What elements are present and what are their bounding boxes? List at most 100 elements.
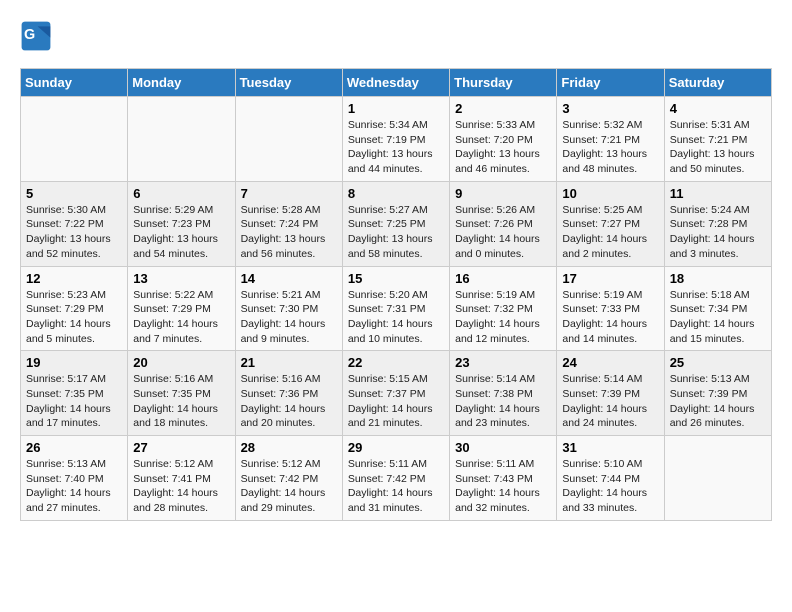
calendar-header-row: SundayMondayTuesdayWednesdayThursdayFrid…	[21, 69, 772, 97]
calendar-cell: 7Sunrise: 5:28 AMSunset: 7:24 PMDaylight…	[235, 181, 342, 266]
day-info: Sunrise: 5:25 AMSunset: 7:27 PMDaylight:…	[562, 203, 658, 262]
day-number: 8	[348, 186, 444, 201]
day-info: Sunrise: 5:30 AMSunset: 7:22 PMDaylight:…	[26, 203, 122, 262]
day-info: Sunrise: 5:14 AMSunset: 7:38 PMDaylight:…	[455, 372, 551, 431]
calendar-cell: 2 Sunrise: 5:33 AMSunset: 7:20 PMDaylight…	[450, 97, 557, 182]
day-info: Sunrise: 5:19 AMSunset: 7:32 PMDaylight:…	[455, 288, 551, 347]
day-number: 4	[670, 101, 766, 116]
day-info: Sunrise: 5:34 AMSunset: 7:19 PMDaylight:…	[348, 118, 444, 177]
day-info: Sunrise: 5:16 AMSunset: 7:36 PMDaylight:…	[241, 372, 337, 431]
calendar-cell: 10 Sunrise: 5:25 AMSunset: 7:27 PMDayligh…	[557, 181, 664, 266]
calendar-cell: 30 Sunrise: 5:11 AMSunset: 7:43 PMDayligh…	[450, 436, 557, 521]
day-info: Sunrise: 5:16 AMSunset: 7:35 PMDaylight:…	[133, 372, 229, 431]
day-number: 14	[241, 271, 337, 286]
day-info: Sunrise: 5:28 AMSunset: 7:24 PMDaylight:…	[241, 203, 337, 262]
weekday-header: Thursday	[450, 69, 557, 97]
day-info: Sunrise: 5:29 AMSunset: 7:23 PMDaylight:…	[133, 203, 229, 262]
calendar-cell: 1 Sunrise: 5:34 AMSunset: 7:19 PMDaylight…	[342, 97, 449, 182]
calendar-cell: 29 Sunrise: 5:11 AMSunset: 7:42 PMDayligh…	[342, 436, 449, 521]
calendar-cell: 5 Sunrise: 5:30 AMSunset: 7:22 PMDaylight…	[21, 181, 128, 266]
calendar-table: SundayMondayTuesdayWednesdayThursdayFrid…	[20, 68, 772, 521]
day-info: Sunrise: 5:23 AMSunset: 7:29 PMDaylight:…	[26, 288, 122, 347]
day-number: 15	[348, 271, 444, 286]
day-number: 17	[562, 271, 658, 286]
day-info: Sunrise: 5:15 AMSunset: 7:37 PMDaylight:…	[348, 372, 444, 431]
day-number: 9	[455, 186, 551, 201]
weekday-header: Monday	[128, 69, 235, 97]
day-info: Sunrise: 5:19 AMSunset: 7:33 PMDaylight:…	[562, 288, 658, 347]
day-number: 27	[133, 440, 229, 455]
day-info: Sunrise: 5:18 AMSunset: 7:34 PMDaylight:…	[670, 288, 766, 347]
calendar-week-row: 5 Sunrise: 5:30 AMSunset: 7:22 PMDaylight…	[21, 181, 772, 266]
day-number: 1	[348, 101, 444, 116]
day-info: Sunrise: 5:14 AMSunset: 7:39 PMDaylight:…	[562, 372, 658, 431]
calendar-cell: 13 Sunrise: 5:22 AMSunset: 7:29 PMDayligh…	[128, 266, 235, 351]
calendar-week-row: 1 Sunrise: 5:34 AMSunset: 7:19 PMDaylight…	[21, 97, 772, 182]
day-info: Sunrise: 5:24 AMSunset: 7:28 PMDaylight:…	[670, 203, 766, 262]
calendar-cell: 14 Sunrise: 5:21 AMSunset: 7:30 PMDayligh…	[235, 266, 342, 351]
calendar-cell: 8Sunrise: 5:27 AMSunset: 7:25 PMDaylight…	[342, 181, 449, 266]
day-number: 10	[562, 186, 658, 201]
weekday-header: Saturday	[664, 69, 771, 97]
day-info: Sunrise: 5:22 AMSunset: 7:29 PMDaylight:…	[133, 288, 229, 347]
day-info: Sunrise: 5:17 AMSunset: 7:35 PMDaylight:…	[26, 372, 122, 431]
calendar-cell: 31Sunrise: 5:10 AMSunset: 7:44 PMDayligh…	[557, 436, 664, 521]
calendar-cell: 21 Sunrise: 5:16 AMSunset: 7:36 PMDayligh…	[235, 351, 342, 436]
calendar-week-row: 26 Sunrise: 5:13 AMSunset: 7:40 PMDayligh…	[21, 436, 772, 521]
day-number: 12	[26, 271, 122, 286]
day-info: Sunrise: 5:12 AMSunset: 7:42 PMDaylight:…	[241, 457, 337, 516]
calendar-cell: 20 Sunrise: 5:16 AMSunset: 7:35 PMDayligh…	[128, 351, 235, 436]
day-number: 28	[241, 440, 337, 455]
day-number: 5	[26, 186, 122, 201]
day-info: Sunrise: 5:31 AMSunset: 7:21 PMDaylight:…	[670, 118, 766, 177]
calendar-week-row: 12 Sunrise: 5:23 AMSunset: 7:29 PMDayligh…	[21, 266, 772, 351]
weekday-header: Friday	[557, 69, 664, 97]
svg-text:G: G	[24, 27, 35, 43]
calendar-cell: 16 Sunrise: 5:19 AMSunset: 7:32 PMDayligh…	[450, 266, 557, 351]
calendar-cell	[235, 97, 342, 182]
day-number: 2	[455, 101, 551, 116]
day-number: 18	[670, 271, 766, 286]
day-info: Sunrise: 5:12 AMSunset: 7:41 PMDaylight:…	[133, 457, 229, 516]
calendar-cell	[128, 97, 235, 182]
day-info: Sunrise: 5:11 AMSunset: 7:42 PMDaylight:…	[348, 457, 444, 516]
day-number: 26	[26, 440, 122, 455]
day-info: Sunrise: 5:13 AMSunset: 7:39 PMDaylight:…	[670, 372, 766, 431]
day-number: 13	[133, 271, 229, 286]
calendar-week-row: 19Sunrise: 5:17 AMSunset: 7:35 PMDayligh…	[21, 351, 772, 436]
day-info: Sunrise: 5:26 AMSunset: 7:26 PMDaylight:…	[455, 203, 551, 262]
calendar-cell: 11 Sunrise: 5:24 AMSunset: 7:28 PMDayligh…	[664, 181, 771, 266]
calendar-cell: 15 Sunrise: 5:20 AMSunset: 7:31 PMDayligh…	[342, 266, 449, 351]
day-info: Sunrise: 5:13 AMSunset: 7:40 PMDaylight:…	[26, 457, 122, 516]
day-info: Sunrise: 5:11 AMSunset: 7:43 PMDaylight:…	[455, 457, 551, 516]
calendar-cell	[664, 436, 771, 521]
calendar-cell: 3Sunrise: 5:32 AMSunset: 7:21 PMDaylight…	[557, 97, 664, 182]
calendar-cell: 6Sunrise: 5:29 AMSunset: 7:23 PMDaylight…	[128, 181, 235, 266]
day-number: 16	[455, 271, 551, 286]
day-number: 31	[562, 440, 658, 455]
calendar-cell: 24Sunrise: 5:14 AMSunset: 7:39 PMDayligh…	[557, 351, 664, 436]
weekday-header: Tuesday	[235, 69, 342, 97]
day-number: 11	[670, 186, 766, 201]
day-info: Sunrise: 5:33 AMSunset: 7:20 PMDaylight:…	[455, 118, 551, 177]
day-number: 20	[133, 355, 229, 370]
calendar-cell: 26 Sunrise: 5:13 AMSunset: 7:40 PMDayligh…	[21, 436, 128, 521]
day-info: Sunrise: 5:21 AMSunset: 7:30 PMDaylight:…	[241, 288, 337, 347]
calendar-cell: 4 Sunrise: 5:31 AMSunset: 7:21 PMDaylight…	[664, 97, 771, 182]
calendar-cell: 22Sunrise: 5:15 AMSunset: 7:37 PMDayligh…	[342, 351, 449, 436]
logo-icon: G	[20, 20, 52, 52]
calendar-cell: 17 Sunrise: 5:19 AMSunset: 7:33 PMDayligh…	[557, 266, 664, 351]
day-number: 3	[562, 101, 658, 116]
day-info: Sunrise: 5:20 AMSunset: 7:31 PMDaylight:…	[348, 288, 444, 347]
calendar-cell: 23 Sunrise: 5:14 AMSunset: 7:38 PMDayligh…	[450, 351, 557, 436]
day-number: 21	[241, 355, 337, 370]
calendar-cell	[21, 97, 128, 182]
calendar-cell: 28 Sunrise: 5:12 AMSunset: 7:42 PMDayligh…	[235, 436, 342, 521]
calendar-cell: 9 Sunrise: 5:26 AMSunset: 7:26 PMDaylight…	[450, 181, 557, 266]
day-number: 30	[455, 440, 551, 455]
calendar-cell: 27 Sunrise: 5:12 AMSunset: 7:41 PMDayligh…	[128, 436, 235, 521]
calendar-cell: 12 Sunrise: 5:23 AMSunset: 7:29 PMDayligh…	[21, 266, 128, 351]
day-number: 23	[455, 355, 551, 370]
day-number: 29	[348, 440, 444, 455]
weekday-header: Sunday	[21, 69, 128, 97]
